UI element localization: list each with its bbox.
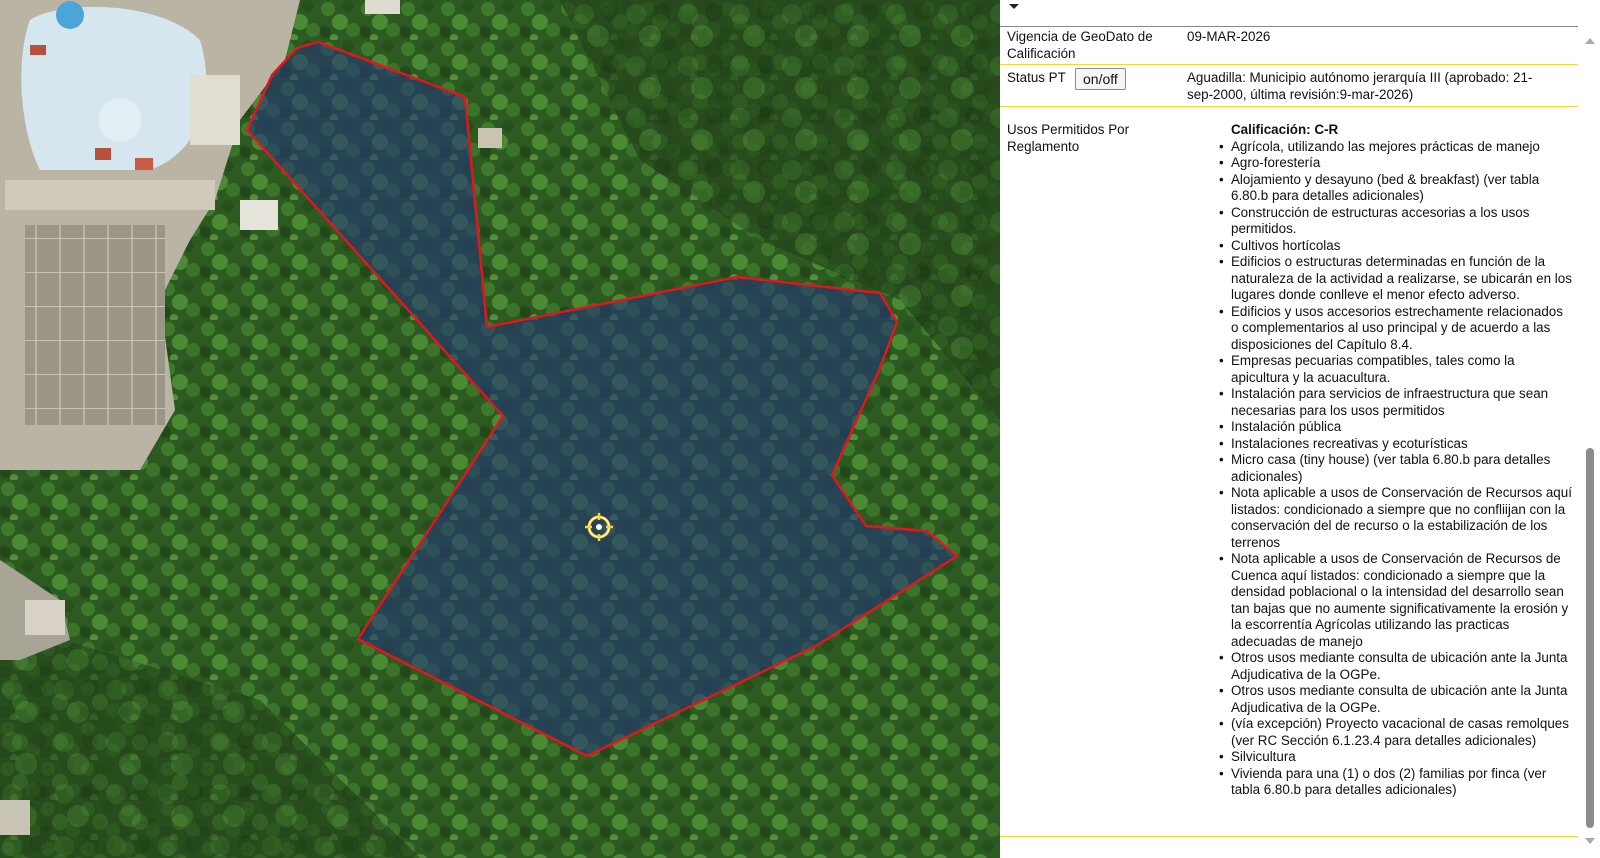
collapse-caret-icon[interactable] — [1009, 4, 1019, 9]
permitted-use-item: Micro casa (tiny house) (ver tabla 6.80.… — [1219, 452, 1574, 485]
scroll-down-arrow-icon[interactable] — [1585, 838, 1595, 844]
permitted-use-item: Instalación pública — [1219, 419, 1574, 436]
permitted-use-item: Agrícola, utilizando las mejores práctic… — [1219, 139, 1574, 156]
row-separator — [1000, 836, 1578, 837]
permitted-uses-list: Agrícola, utilizando las mejores práctic… — [1219, 139, 1574, 799]
status-pt-label: Status PT — [1007, 70, 1066, 85]
panel-divider — [1000, 26, 1578, 27]
permitted-use-item: Agro-forestería — [1219, 155, 1574, 172]
calificacion-title: Calificación: C-R — [1231, 122, 1339, 137]
permitted-use-item: Otros usos mediante consulta de ubicació… — [1219, 650, 1574, 683]
permitted-use-item: Silvicultura — [1219, 749, 1574, 766]
panel-scrollbar[interactable] — [1580, 28, 1600, 858]
scroll-up-arrow-icon[interactable] — [1585, 38, 1595, 44]
map-canvas[interactable] — [0, 0, 1000, 858]
usos-permitidos-row: Usos Permitidos Por Reglamento Calificac… — [1000, 122, 1578, 822]
vigencia-row: Vigencia de GeoDato de Calificación 09-M… — [1000, 29, 1578, 63]
permitted-use-item: Nota aplicable a usos de Conservación de… — [1219, 551, 1574, 650]
permitted-use-item: Empresas pecuarias compatibles, tales co… — [1219, 353, 1574, 386]
permitted-use-item: Cultivos hortícolas — [1219, 238, 1574, 255]
permitted-use-item: Instalaciones recreativas y ecoturística… — [1219, 436, 1574, 453]
permitted-use-item: Edificios o estructuras determinadas en … — [1219, 254, 1574, 304]
permitted-use-item: Construcción de estructuras accesorias a… — [1219, 205, 1574, 238]
status-pt-row: Status PT on/off Aguadilla: Municipio au… — [1000, 68, 1578, 104]
vigencia-label: Vigencia de GeoDato de Calificación — [1007, 29, 1153, 61]
on-off-toggle-button[interactable]: on/off — [1075, 68, 1126, 90]
row-separator — [1000, 64, 1578, 65]
usos-permitidos-content: Calificación: C-R Agrícola, utilizando l… — [1219, 122, 1574, 799]
permitted-use-item: Edificios y usos accesorios estrechament… — [1219, 304, 1574, 354]
permitted-use-item: Nota aplicable a usos de Conservación de… — [1219, 485, 1574, 551]
permitted-use-item: Instalación para servicios de infraestru… — [1219, 386, 1574, 419]
usos-permitidos-label: Usos Permitidos Por Reglamento — [1007, 122, 1130, 154]
scrollbar-thumb[interactable] — [1586, 448, 1594, 828]
satellite-map[interactable] — [0, 0, 1000, 858]
vigencia-value: 09-MAR-2026 — [1187, 29, 1271, 44]
info-panel: Vigencia de GeoDato de Calificación 09-M… — [1000, 0, 1600, 858]
permitted-use-item: Otros usos mediante consulta de ubicació… — [1219, 683, 1574, 716]
permitted-use-item: Alojamiento y desayuno (bed & breakfast)… — [1219, 172, 1574, 205]
status-pt-value: Aguadilla: Municipio autónomo jerarquía … — [1187, 70, 1533, 102]
row-separator — [1000, 106, 1578, 107]
permitted-use-item: Vivienda para una (1) o dos (2) familias… — [1219, 766, 1574, 799]
permitted-use-item: (vía excepción) Proyecto vacacional de c… — [1219, 716, 1574, 749]
